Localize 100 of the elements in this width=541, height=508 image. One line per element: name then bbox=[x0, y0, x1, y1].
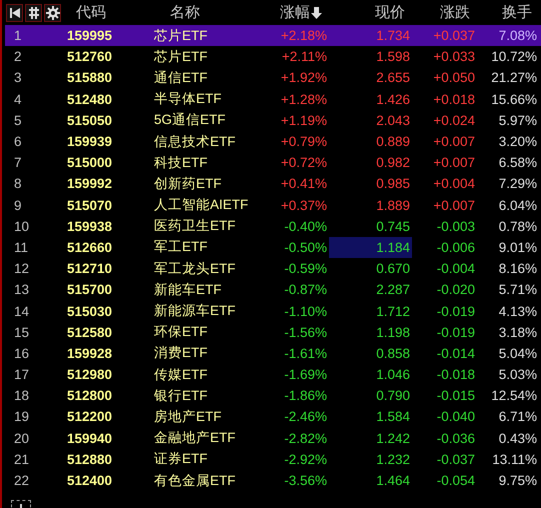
name-cell-text: 金融地产ETF bbox=[153, 429, 236, 448]
change-cell-text: -0.019 bbox=[436, 302, 476, 321]
name-cell-text: 证券ETF bbox=[153, 450, 208, 468]
turnover-cell-text: 4.13% bbox=[498, 302, 538, 321]
change-percent-cell-text: +0.37% bbox=[280, 196, 328, 215]
column-header[interactable]: 涨幅 bbox=[280, 3, 322, 22]
name-cell-text: 银行ETF bbox=[153, 386, 208, 405]
name-cell-text: 人工智能AIETF bbox=[153, 196, 250, 214]
price-cell-text: 2.043 bbox=[375, 112, 411, 130]
change-cell-text: +0.037 bbox=[432, 27, 476, 46]
turnover-cell-text: 3.20% bbox=[498, 133, 538, 152]
change-cell-text: -0.003 bbox=[436, 218, 476, 236]
column-header[interactable]: 现价 bbox=[375, 3, 405, 22]
change-cell-text: +0.033 bbox=[432, 48, 476, 66]
price-cell-text: 1.734 bbox=[375, 27, 411, 46]
row-number: 17 bbox=[13, 367, 30, 382]
name-cell-text: 新能源车ETF bbox=[153, 302, 236, 320]
code-cell-text: 512980 bbox=[66, 367, 114, 382]
change-percent-cell-text: -1.56% bbox=[283, 324, 328, 342]
column-header[interactable]: 换手 bbox=[502, 3, 532, 22]
change-cell-text: -0.006 bbox=[436, 238, 476, 257]
row-number: 5 bbox=[13, 112, 23, 128]
change-cell-text: -0.040 bbox=[436, 408, 476, 426]
code-cell-text: 515030 bbox=[66, 304, 114, 319]
column-header[interactable]: 名称 bbox=[170, 3, 200, 22]
price-cell-text: 1.232 bbox=[375, 450, 411, 469]
list-icon bbox=[28, 6, 40, 18]
price-cell-text: 1.242 bbox=[375, 430, 411, 448]
code-cell-text: 512660 bbox=[66, 240, 114, 255]
column-header[interactable]: 涨跌 bbox=[440, 3, 470, 22]
turnover-cell-text: 0.43% bbox=[498, 430, 538, 448]
turnover-cell-text: 6.04% bbox=[498, 196, 538, 215]
price-cell-text: 1.198 bbox=[375, 324, 411, 342]
change-percent-cell-text: -0.50% bbox=[283, 238, 328, 257]
change-percent-cell-text: -1.69% bbox=[283, 366, 328, 384]
turnover-cell-text: 6.71% bbox=[498, 408, 538, 426]
change-percent-cell-text: +2.11% bbox=[280, 48, 328, 66]
change-percent-cell-text: +1.92% bbox=[280, 69, 328, 88]
settings-button[interactable] bbox=[44, 4, 61, 22]
row-number: 1 bbox=[13, 28, 23, 44]
change-percent-cell-text: +0.79% bbox=[280, 133, 328, 152]
turnover-cell-text: 7.08% bbox=[498, 27, 538, 46]
change-cell-text: +0.024 bbox=[432, 112, 476, 130]
change-cell-text: -0.037 bbox=[436, 450, 476, 469]
code-cell-text: 159938 bbox=[66, 218, 114, 234]
change-percent-cell-text: -0.87% bbox=[283, 281, 328, 300]
change-percent-cell-text: +1.19% bbox=[280, 112, 328, 130]
turnover-cell-text: 7.29% bbox=[498, 175, 538, 194]
name-cell-text: 军工龙头ETF bbox=[153, 260, 236, 278]
sort-button[interactable] bbox=[25, 4, 42, 22]
code-cell-text: 512880 bbox=[66, 452, 114, 467]
row-number: 3 bbox=[13, 70, 23, 86]
first-page-button[interactable] bbox=[6, 4, 23, 22]
code-cell-text: 515050 bbox=[66, 112, 114, 128]
change-cell-text: +0.007 bbox=[432, 133, 476, 152]
row-number: 4 bbox=[13, 92, 23, 107]
row-number: 22 bbox=[13, 473, 30, 488]
turnover-cell-text: 5.04% bbox=[498, 344, 538, 363]
price-cell-text: 1.464 bbox=[375, 472, 411, 490]
price-cell-text: 0.670 bbox=[375, 260, 411, 278]
change-cell-text: -0.004 bbox=[436, 260, 476, 278]
price-cell-text: 0.858 bbox=[375, 344, 411, 363]
code-cell-text: 512200 bbox=[66, 409, 114, 424]
change-cell-text: +0.004 bbox=[432, 175, 476, 194]
change-cell-text: -0.054 bbox=[436, 472, 476, 490]
change-cell-text: -0.019 bbox=[436, 324, 476, 342]
selected-row-highlight[interactable]: 1 159995 芯片ETF +2.18% 1.734 +0.037 7.08% bbox=[5, 25, 541, 46]
change-percent-cell-text: +0.41% bbox=[280, 175, 328, 194]
code-cell-text: 512760 bbox=[66, 49, 114, 64]
turnover-cell-text: 5.71% bbox=[498, 281, 538, 300]
turnover-cell-text: 9.75% bbox=[498, 472, 538, 490]
price-cell-text: 2.655 bbox=[375, 69, 411, 88]
change-cell-text: -0.036 bbox=[436, 430, 476, 448]
name-cell-text: 军工ETF bbox=[153, 238, 208, 256]
code-cell-text: 512580 bbox=[66, 324, 114, 340]
name-cell-text: 5G通信ETF bbox=[153, 111, 227, 130]
code-cell-text: 512480 bbox=[66, 92, 114, 107]
row-number: 11 bbox=[13, 240, 30, 255]
name-cell-text: 半导体ETF bbox=[153, 90, 222, 108]
change-percent-cell-text: +0.72% bbox=[280, 154, 328, 172]
change-percent-cell-text: -0.59% bbox=[283, 260, 328, 278]
settings-icon bbox=[46, 6, 60, 20]
turnover-cell-text: 21.27% bbox=[490, 69, 538, 88]
code-cell-text: 159940 bbox=[66, 430, 114, 446]
turnover-cell-text: 12.54% bbox=[490, 387, 538, 406]
change-percent-cell-text: +2.18% bbox=[280, 27, 328, 46]
sort-down-icon bbox=[311, 6, 322, 18]
code-cell-text: 512710 bbox=[66, 261, 114, 276]
turnover-cell-text: 10.72% bbox=[490, 48, 538, 66]
name-cell-text: 芯片ETF bbox=[153, 26, 208, 45]
price-cell-text: 1.584 bbox=[375, 408, 411, 426]
change-percent-cell-text: -2.92% bbox=[283, 450, 328, 469]
row-number: 9 bbox=[13, 198, 23, 213]
skip-start-icon bbox=[8, 6, 20, 18]
column-header[interactable]: 代码 bbox=[76, 3, 106, 22]
price-cell-text: 0.889 bbox=[375, 133, 411, 152]
name-cell-text: 新能车ETF bbox=[153, 280, 222, 299]
price-cell-text: 0.982 bbox=[375, 154, 411, 172]
price-cell-text: 1.889 bbox=[375, 196, 411, 215]
name-cell-text: 有色金属ETF bbox=[153, 472, 236, 490]
